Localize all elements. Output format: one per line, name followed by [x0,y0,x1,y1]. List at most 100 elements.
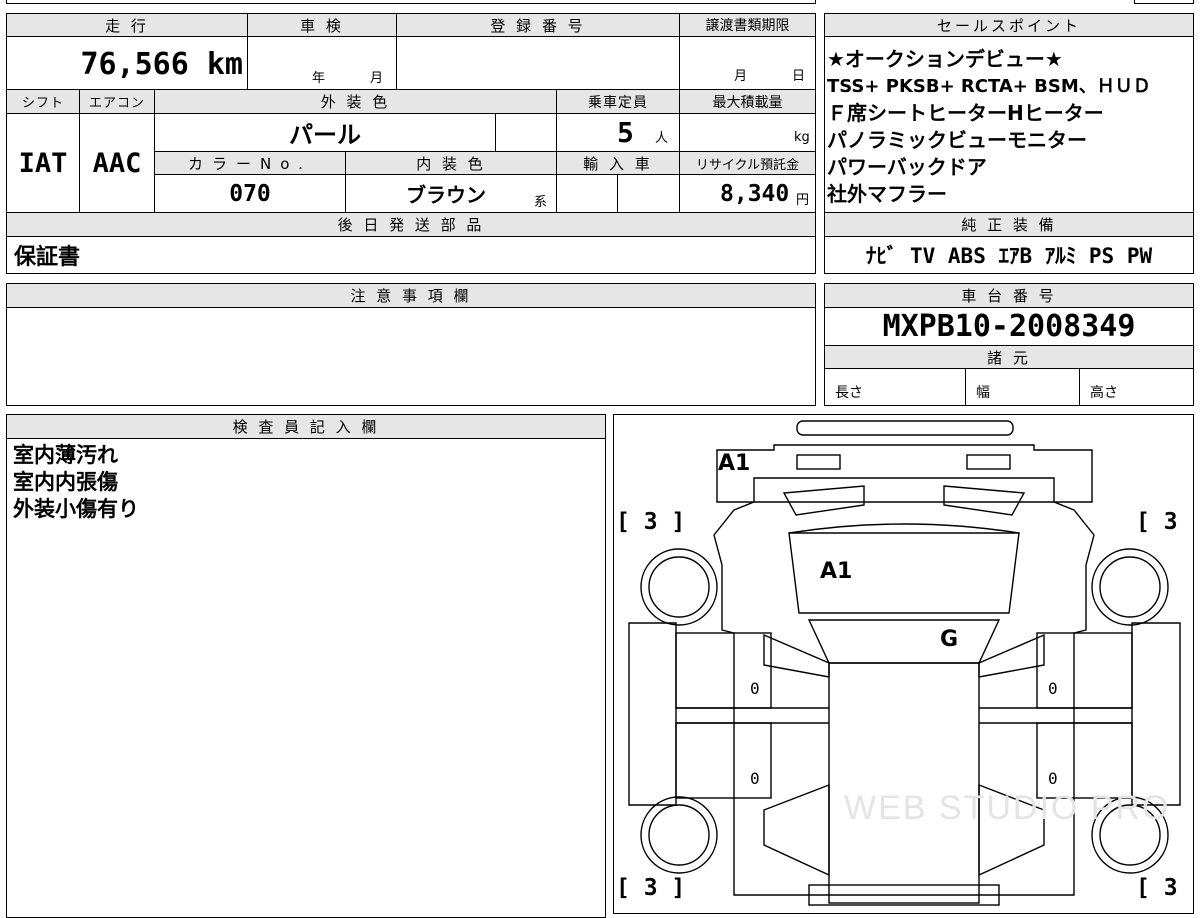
top-cropped-right [1134,0,1194,4]
later-parts-header: 後 日 発 送 部 品 [6,212,816,237]
chassis-header: 車 台 番 号 [824,283,1194,308]
left-headlight-shape [782,485,865,516]
front-right-tire-label: [ 3 ] [1136,509,1193,535]
inspector-cell: 室内薄汚れ 室内内張傷 外装小傷有り [6,438,606,918]
hood-damage-label: A1 [820,559,853,584]
registration-header: 登 録 番 号 [396,13,680,37]
recycle-header: リサイクル預託金 [679,151,816,175]
car-diagram-panel: A1 A1 G [ 3 ] [ 3 ] [ 3 ] [ 3 ] 0 0 0 0 … [613,414,1194,914]
sales-point-line: パワーバックドア [827,155,987,179]
inspector-note: 室内内張傷 [13,470,118,494]
capacity-header: 乗車定員 [556,89,680,114]
left-rear-quarter-shape [763,783,830,877]
registration-cell [396,36,680,90]
watermark: WEB STUDIO PRO [844,789,1171,827]
import-header: 輸 入 車 [556,151,680,175]
sales-point-line: TSS+ PKSB+ RCTA+ BSM、ＨＵＤ [827,76,1151,97]
right-headlight-shape [943,485,1026,516]
shaken-header: 車 検 [247,13,397,37]
capacity-cell: 5 人 [556,113,680,152]
transfer-deadline-header: 譲渡書類期限 [679,13,816,37]
front-bumper-damage-label: A1 [718,451,751,476]
right-rear-door-value: 0 [1048,769,1058,788]
height-label: 高さ [1090,385,1118,401]
mileage-header: 走 行 [6,13,248,37]
height-cell: 高さ [1079,368,1194,406]
interior-color-value: ブラウン [406,183,486,207]
capacity-value: 5 [617,116,634,149]
shift-value: IAT [18,147,68,179]
equipment-cell: ﾅﾋﾞ TV ABS ｴｱB ｱﾙﾐ PS PW [824,236,1194,274]
right-side-shape [1131,622,1181,806]
color-no-value: 070 [229,180,271,207]
front-right-wheel-shape [1091,548,1169,626]
sales-point-line: 社外マフラー [827,182,947,206]
car-diagram [628,420,1181,906]
rear-left-tire-label: [ 3 ] [616,875,686,901]
later-parts-cell: 保証書 [6,236,816,274]
mileage-cell: 76,566 km [6,36,248,90]
sales-point-line: Ｆ席シートヒーターHヒーター [827,101,1104,125]
mileage-value: 76,566 km [80,46,243,82]
max-load-cell: kg [679,113,816,152]
left-light-shape [796,454,841,470]
interior-color-suffix: 系 [534,194,548,210]
shift-cell: IAT [6,113,80,213]
inspector-note: 室内薄汚れ [13,443,118,467]
front-bumper-shape [716,444,1093,503]
color-no-cell: 070 [154,174,346,213]
max-load-unit: kg [794,129,810,145]
transfer-day-unit: 日 [792,68,806,84]
chassis-value: MXPB10-2008349 [882,309,1136,344]
exterior-color-cell: パール [154,113,496,152]
top-cropped-row [6,0,816,4]
shaken-month-unit: 月 [370,70,384,86]
specs-header: 諸 元 [824,345,1194,369]
length-label: 長さ [835,385,863,401]
equipment-items: ﾅﾋﾞ TV ABS ｴｱB ｱﾙﾐ PS PW [865,244,1153,268]
rear-right-tire-label: [ 3 ] [1136,875,1193,901]
exterior-color-extra-cell [495,113,557,152]
top-bar-shape [796,420,1014,436]
shift-header: シフト [6,89,80,114]
sales-point-cell: ★オークションデビュー★ TSS+ PKSB+ RCTA+ BSM、ＨＵＤ Ｆ席… [824,36,1194,213]
recycle-value: 8,340 [720,180,790,207]
import-cell-left [556,174,618,213]
recycle-unit: 円 [796,192,810,208]
equipment-header: 純 正 装 備 [824,212,1194,237]
inspector-header: 検 査 員 記 入 欄 [6,414,606,439]
recycle-cell: 8,340 円 [679,174,816,213]
exterior-color-value: パール [289,121,361,149]
inspector-note: 外装小傷有り [13,497,139,521]
rear-left-wheel-shape [640,796,718,874]
capacity-unit: 人 [655,130,669,146]
color-no-header: カラーNo. [154,151,346,175]
interior-color-header: 内 装 色 [345,151,557,175]
chassis-cell: MXPB10-2008349 [824,307,1194,346]
left-front-door-value: 0 [750,679,760,698]
front-left-wheel-shape [640,548,718,626]
width-label: 幅 [976,385,990,401]
import-cell-right [617,174,680,213]
sales-point-header: セールスポイント [824,13,1194,37]
notes-header: 注 意 事 項 欄 [6,283,816,308]
roof-shape [828,662,980,904]
transfer-month-unit: 月 [734,68,748,84]
ac-cell: AAC [79,113,155,213]
windshield-shape [807,619,1001,664]
shaken-year-unit: 年 [312,70,326,86]
interior-color-cell: ブラウン 系 [345,174,557,213]
ac-header: エアコン [79,89,155,114]
sales-point-line: ★オークションデビュー★ [827,47,1063,71]
notes-cell [6,307,816,406]
shaken-cell: 年 月 [247,36,397,90]
max-load-header: 最大積載量 [679,89,816,114]
left-side-shape [628,622,677,806]
exterior-color-header: 外 装 色 [154,89,557,114]
later-parts-value: 保証書 [14,245,81,270]
hood-top-shape [788,523,1020,534]
left-rear-door-value: 0 [750,769,760,788]
right-light-shape [966,454,1011,470]
transfer-deadline-cell: 月 日 [679,36,816,90]
right-front-door-value: 0 [1048,679,1058,698]
